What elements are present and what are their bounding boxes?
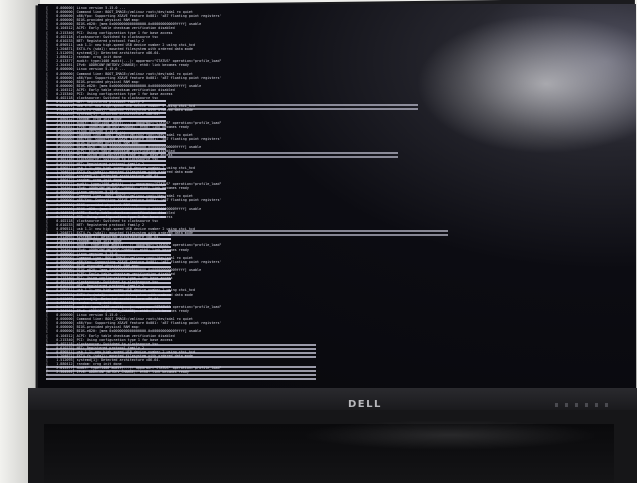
log-block	[46, 344, 316, 358]
log-block	[168, 152, 398, 158]
monitor-bottom-bezel	[28, 388, 637, 410]
log-block	[46, 366, 316, 380]
monitor-buttons	[555, 403, 615, 407]
top-monitor-screen: [ 0.000000] Linux version 5.15.0 ... [ 0…	[38, 4, 636, 388]
photo-background: [ 0.000000] Linux version 5.15.0 ... [ 0…	[0, 0, 637, 483]
log-block	[168, 104, 418, 110]
log-block	[46, 100, 166, 220]
dell-logo: DELL	[348, 399, 382, 410]
log-block	[168, 230, 448, 236]
bottom-screen-glare	[300, 420, 600, 450]
log-block	[46, 234, 171, 314]
screen-glare	[416, 14, 636, 154]
